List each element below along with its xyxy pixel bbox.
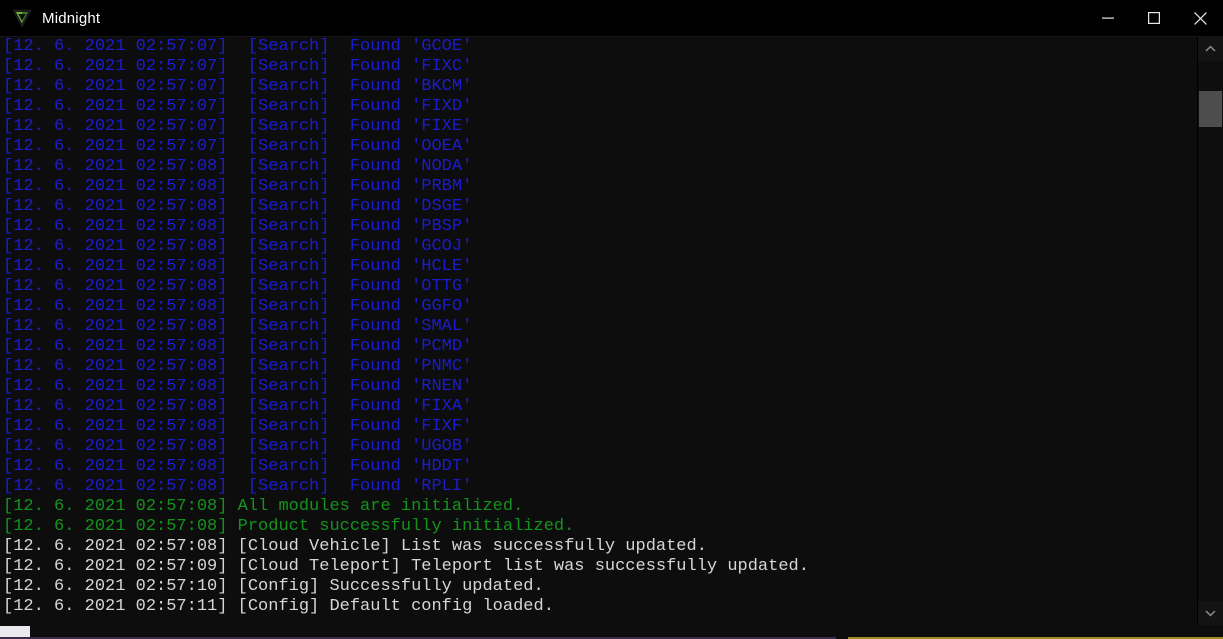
console-log-line: [12. 6. 2021 02:57:08] [Search] Found 'P…: [3, 177, 473, 196]
app-logo-v-icon: [12, 8, 32, 28]
app-window: Midnight [12. 6. 2021 02:57:07] [Search]…: [0, 0, 1223, 639]
console-log-line: [12. 6. 2021 02:57:08] [Search] Found 'G…: [3, 297, 473, 316]
scroll-up-button[interactable]: [1198, 37, 1223, 61]
maximize-button[interactable]: [1131, 0, 1177, 36]
vertical-scrollbar[interactable]: [1197, 37, 1223, 625]
title-bar-left: Midnight: [0, 8, 100, 28]
console-log-line: [12. 6. 2021 02:57:09] [Cloud Teleport] …: [3, 557, 809, 576]
close-icon: [1193, 11, 1207, 25]
console-body: [12. 6. 2021 02:57:07] [Search] Found 'G…: [0, 37, 1223, 625]
console-log-line: [12. 6. 2021 02:57:08] [Search] Found 'P…: [3, 217, 473, 236]
vertical-scroll-track[interactable]: [1198, 61, 1223, 601]
window-controls: [1085, 0, 1223, 36]
minimize-icon: [1102, 12, 1114, 24]
console-log-line: [12. 6. 2021 02:57:08] [Search] Found 'F…: [3, 417, 473, 436]
window-title: Midnight: [42, 9, 101, 27]
console-log-line: [12. 6. 2021 02:57:08] [Search] Found 'H…: [3, 457, 473, 476]
console-log-line: [12. 6. 2021 02:57:08] [Search] Found 'D…: [3, 197, 473, 216]
console-log-line: [12. 6. 2021 02:57:07] [Search] Found 'O…: [3, 137, 473, 156]
console-log-line: [12. 6. 2021 02:57:07] [Search] Found 'F…: [3, 97, 473, 116]
console-log-line: [12. 6. 2021 02:57:08] [Search] Found 'H…: [3, 257, 473, 276]
console-log-line: [12. 6. 2021 02:57:08] [Search] Found 'N…: [3, 157, 473, 176]
chevron-up-icon: [1205, 40, 1216, 58]
console-log-line: [12. 6. 2021 02:57:08] [Search] Found 'F…: [3, 397, 473, 416]
console-log-line: [12. 6. 2021 02:57:08] Product successfu…: [3, 517, 575, 536]
chevron-down-icon: [1205, 604, 1216, 622]
console-log-line: [12. 6. 2021 02:57:08] [Search] Found 'G…: [3, 237, 473, 256]
console-log-line: [12. 6. 2021 02:57:08] [Search] Found 'P…: [3, 337, 473, 356]
console-log-line: [12. 6. 2021 02:57:07] [Search] Found 'F…: [3, 117, 473, 136]
console-log-line: [12. 6. 2021 02:57:10] [Config] Successf…: [3, 577, 544, 596]
console-log-line: [12. 6. 2021 02:57:08] [Search] Found 'P…: [3, 357, 473, 376]
console-log-line: [12. 6. 2021 02:57:11] [Config] Default …: [3, 597, 554, 616]
minimize-button[interactable]: [1085, 0, 1131, 36]
console-log-line: [12. 6. 2021 02:57:07] [Search] Found 'F…: [3, 57, 473, 76]
close-button[interactable]: [1177, 0, 1223, 36]
maximize-icon: [1148, 12, 1160, 24]
console-log-line: [12. 6. 2021 02:57:08] [Search] Found 'O…: [3, 277, 473, 296]
console-log-viewport[interactable]: [12. 6. 2021 02:57:07] [Search] Found 'G…: [0, 37, 1197, 625]
console-log-line: [12. 6. 2021 02:57:07] [Search] Found 'G…: [3, 37, 473, 56]
scroll-down-button[interactable]: [1198, 601, 1223, 625]
title-bar: Midnight: [0, 0, 1223, 37]
console-log-line: [12. 6. 2021 02:57:08] All modules are i…: [3, 497, 524, 516]
console-log-line: [12. 6. 2021 02:57:08] [Cloud Vehicle] L…: [3, 537, 707, 556]
console-log-line: [12. 6. 2021 02:57:08] [Search] Found 'S…: [3, 317, 473, 336]
console-log-line: [12. 6. 2021 02:57:08] [Search] Found 'U…: [3, 437, 473, 456]
console-log-line: [12. 6. 2021 02:57:07] [Search] Found 'B…: [3, 77, 473, 96]
vertical-scroll-thumb[interactable]: [1199, 91, 1222, 127]
console-log-line: [12. 6. 2021 02:57:08] [Search] Found 'R…: [3, 477, 473, 496]
console-log-list: [12. 6. 2021 02:57:07] [Search] Found 'G…: [0, 37, 1197, 617]
console-log-line: [12. 6. 2021 02:57:08] [Search] Found 'R…: [3, 377, 473, 396]
